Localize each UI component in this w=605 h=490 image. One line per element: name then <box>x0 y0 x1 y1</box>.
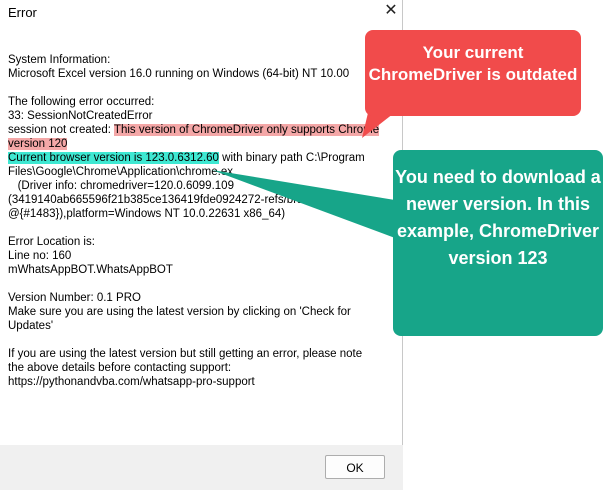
message-line: 33: SessionNotCreatedError <box>8 110 153 122</box>
message-gap <box>8 81 400 95</box>
message-line: @{#1483}),platform=Windows NT 10.0.22631… <box>8 208 286 220</box>
message-line: Make sure you are using the latest versi… <box>8 306 351 318</box>
message-text: session not created: <box>8 124 114 136</box>
message-gap <box>8 277 400 291</box>
dialog-title: Error <box>8 5 37 20</box>
message-gap <box>8 221 400 235</box>
message-line: Microsoft Excel version 16.0 running on … <box>8 68 350 80</box>
message-line: System Information: <box>8 54 111 66</box>
message-line: the above details before contacting supp… <box>8 362 232 374</box>
message-line: Error Location is: <box>8 236 95 248</box>
error-message: System Information: Microsoft Excel vers… <box>8 53 400 389</box>
highlighted-text-chrome-support: This version of ChromeDriver only suppor… <box>113 124 380 136</box>
ok-button[interactable]: OK <box>325 455 385 479</box>
error-dialog: Error ✕ System Information: Microsoft Ex… <box>0 0 403 490</box>
message-line: Updates' <box>8 320 54 332</box>
message-line: (3419140ab665596f21b385ce136419fde092427… <box>8 194 316 206</box>
message-line: Version Number: 0.1 PRO <box>8 292 141 304</box>
message-line: Line no: 160 <box>8 250 72 262</box>
message-line: (Driver info: chromedriver=120.0.6099.10… <box>8 180 234 192</box>
message-line: The following error occurred: <box>8 96 155 108</box>
support-link-text: https://pythonandvba.com/whatsapp-pro-su… <box>8 376 255 388</box>
highlighted-text-version: version 120 <box>8 138 68 150</box>
callout-download-newer: You need to download a newer version. In… <box>393 150 603 336</box>
callout-outdated: Your current ChromeDriver is outdated <box>365 30 581 116</box>
message-line: version 120 <box>8 137 400 151</box>
title-bar: Error ✕ <box>0 0 403 24</box>
message-line: mWhatsAppBOT.WhatsAppBOT <box>8 264 173 276</box>
message-line: Files\Google\Chrome\Application\chrome.e… <box>8 166 233 178</box>
message-text: with binary path C:\Program <box>218 152 365 164</box>
message-gap <box>8 333 400 347</box>
dialog-footer: OK <box>0 445 403 490</box>
message-line: If you are using the latest version but … <box>8 348 363 360</box>
message-line: session not created: This version of Chr… <box>8 123 400 137</box>
close-icon[interactable]: ✕ <box>380 0 402 22</box>
message-line: Current browser version is 123.0.6312.60… <box>8 151 400 165</box>
highlighted-text-browser-version: Current browser version is 123.0.6312.60 <box>8 152 219 164</box>
